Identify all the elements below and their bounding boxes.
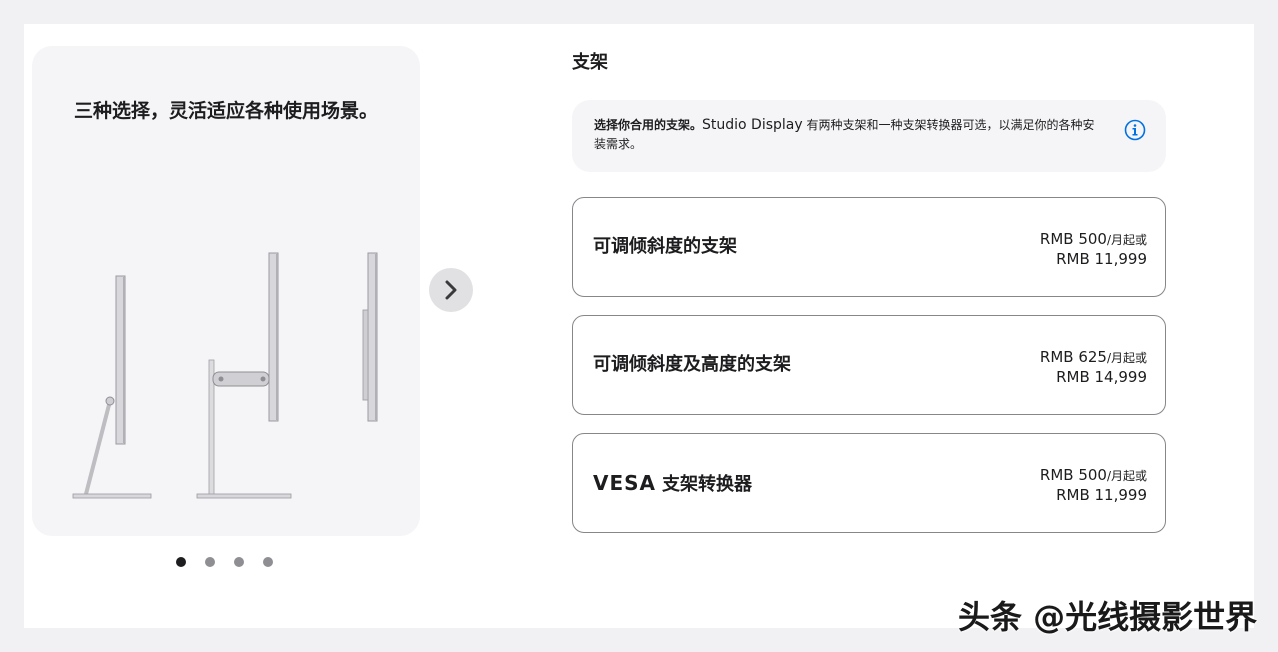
- info-circle-icon[interactable]: [1124, 119, 1146, 141]
- option-monthly: RMB 500: [1039, 466, 1107, 484]
- stand-option-tilt[interactable]: 可调倾斜度的支架 RMB 500/月起或 RMB 11,999: [572, 197, 1166, 297]
- section-title: 支架: [572, 52, 608, 73]
- option-name: VESA 支架转换器: [593, 434, 752, 532]
- info-bold: 选择你合用的支架。: [594, 118, 703, 132]
- option-monthly-suffix: /月起或: [1106, 233, 1147, 247]
- option-name-text: 可调倾斜度及高度的支架: [593, 354, 791, 375]
- option-name-text: 可调倾斜度的支架: [593, 236, 737, 257]
- option-price: RMB 500/月起或 RMB 11,999: [1040, 230, 1147, 269]
- option-name: 可调倾斜度的支架: [593, 198, 737, 296]
- vesa-illustration: [362, 252, 378, 422]
- stand-option-tilt-height[interactable]: 可调倾斜度及高度的支架 RMB 625/月起或 RMB 14,999: [572, 315, 1166, 415]
- option-monthly: RMB 625: [1039, 348, 1107, 366]
- gallery-next-button[interactable]: [429, 268, 473, 312]
- chevron-right-icon: [445, 280, 457, 300]
- stand-illustration: [72, 252, 378, 499]
- option-full-price: RMB 11,999: [1056, 250, 1147, 268]
- gallery-dot-2[interactable]: [205, 557, 215, 567]
- option-price: RMB 500/月起或 RMB 11,999: [1040, 466, 1147, 505]
- tilt-stand-illustration: [72, 275, 152, 499]
- gallery-pagination: [176, 557, 273, 567]
- option-price: RMB 625/月起或 RMB 14,999: [1040, 348, 1147, 387]
- option-name-latin: VESA: [593, 471, 657, 495]
- gallery-dot-1[interactable]: [176, 557, 186, 567]
- info-box: 选择你合用的支架。Studio Display 有两种支架和一种支架转换器可选，…: [572, 100, 1166, 172]
- height-stand-illustration: [196, 252, 292, 499]
- option-full-price: RMB 11,999: [1056, 486, 1147, 504]
- option-name: 可调倾斜度及高度的支架: [593, 316, 791, 414]
- gallery-dot-4[interactable]: [263, 557, 273, 567]
- gallery-panel: 三种选择，灵活适应各种使用场景。: [32, 46, 420, 536]
- gallery-dot-3[interactable]: [234, 557, 244, 567]
- info-model: Studio Display: [702, 117, 803, 133]
- option-name-text: 支架转换器: [662, 474, 753, 495]
- option-monthly: RMB 500: [1039, 230, 1107, 248]
- watermark: 头条 @光线摄影世界: [958, 598, 1258, 636]
- option-full-price: RMB 14,999: [1056, 368, 1147, 386]
- option-monthly-suffix: /月起或: [1106, 469, 1147, 483]
- info-text: 选择你合用的支架。Studio Display 有两种支架和一种支架转换器可选，…: [594, 116, 1104, 154]
- stand-option-vesa[interactable]: VESA 支架转换器 RMB 500/月起或 RMB 11,999: [572, 433, 1166, 533]
- option-monthly-suffix: /月起或: [1106, 351, 1147, 365]
